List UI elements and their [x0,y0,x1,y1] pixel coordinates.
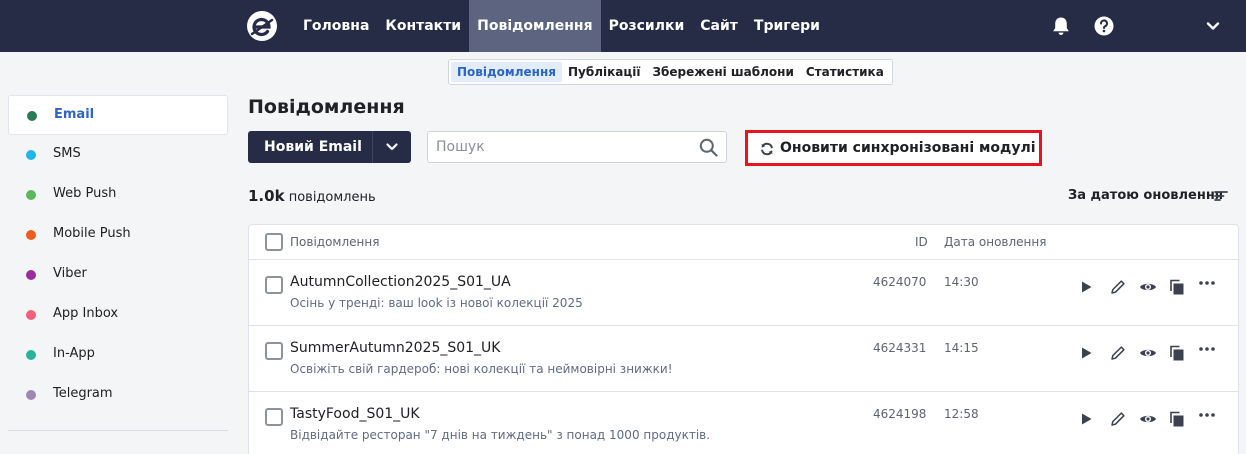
search-box [427,131,727,163]
table-row[interactable]: AutumnCollection2025_S01_UA Осінь у трен… [249,260,1238,326]
edit-icon[interactable] [1109,278,1127,296]
top-nav: Головна Контакти Повідомлення Розсилки С… [0,0,1246,52]
message-date: 14:15 [944,341,979,355]
copy-icon[interactable] [1168,344,1186,362]
nav-item-messages[interactable]: Повідомлення [469,0,601,52]
sidebar-divider [8,430,228,431]
channel-dot [26,150,36,160]
channel-dot [26,190,36,200]
channel-dot [26,350,36,360]
play-icon[interactable] [1077,344,1095,362]
row-checkbox[interactable] [265,276,283,294]
edit-icon[interactable] [1109,410,1127,428]
message-id: 4624198 [873,407,927,421]
main-menu: Головна Контакти Повідомлення Розсилки С… [295,0,828,52]
sidebar-item-label: Viber [53,266,87,281]
sidebar-item-label: Telegram [53,386,113,401]
button-divider [372,131,373,163]
sidebar-item-viber[interactable]: Viber [8,255,228,295]
preview-icon[interactable] [1139,278,1157,296]
message-id: 4624331 [873,341,927,355]
new-email-label: Новий Email [264,139,362,155]
count-label: повідомлень [288,190,376,205]
channel-sidebar: Email SMS Web Push Mobile Push Viber App… [8,95,228,415]
help-icon[interactable] [1093,15,1115,37]
channel-dot [26,310,36,320]
sidebar-item-label: SMS [53,146,81,161]
bell-icon[interactable] [1050,15,1072,37]
sidebar-item-label: Web Push [53,186,117,201]
channel-dot [26,390,36,400]
count-value: 1.0k [248,187,285,205]
play-icon[interactable] [1077,278,1095,296]
sort-label: За датою оновлення [1068,188,1224,203]
tab-messages[interactable]: Повідомлення [451,62,562,82]
message-name[interactable]: SummerAutumn2025_S01_UK [290,340,501,356]
messages-table: Повідомлення ID Дата оновлення AutumnCol… [248,224,1239,454]
play-icon[interactable] [1077,410,1095,428]
more-icon[interactable] [1198,274,1216,292]
sidebar-item-app-inbox[interactable]: App Inbox [8,295,228,335]
header-id[interactable]: ID [915,235,928,249]
message-subject: Відвідайте ресторан "7 днів на тиждень" … [290,428,711,442]
tab-saved-templates[interactable]: Збережені шаблони [646,62,799,82]
search-icon[interactable] [699,138,718,157]
message-name[interactable]: AutumnCollection2025_S01_UA [290,274,511,290]
sidebar-item-label: In-App [53,346,95,361]
channel-dot [26,230,36,240]
sidebar-item-sms[interactable]: SMS [8,135,228,175]
chevron-down-icon[interactable] [1202,15,1224,37]
nav-item-triggers[interactable]: Тригери [746,0,828,52]
sync-modules-label: Оновити синхронізовані модулі [780,140,1036,156]
logo-icon[interactable] [246,10,278,42]
nav-item-contacts[interactable]: Контакти [377,0,469,52]
tab-statistics[interactable]: Статистика [800,62,890,82]
message-subject: Освіжіть свій гардероб: нові колекції та… [290,362,673,376]
edit-icon[interactable] [1109,344,1127,362]
channel-dot [27,111,37,121]
row-checkbox[interactable] [265,408,283,426]
refresh-icon [761,142,773,156]
sub-tabs: Повідомлення Публікації Збережені шаблон… [448,59,893,85]
sync-modules-button[interactable]: Оновити синхронізовані модулі [745,130,1042,166]
header-message[interactable]: Повідомлення [290,235,379,249]
chevron-down-icon[interactable] [386,142,398,152]
message-id: 4624070 [873,275,927,289]
message-date: 14:30 [944,275,979,289]
search-input[interactable] [428,132,693,162]
sidebar-item-telegram[interactable]: Telegram [8,375,228,415]
channel-dot [26,270,36,280]
new-email-button[interactable]: Новий Email [248,131,411,163]
sort-dropdown[interactable]: За датою оновлення [1068,188,1228,203]
sidebar-item-label: Mobile Push [53,226,131,241]
sidebar-item-email[interactable]: Email [8,95,228,135]
copy-icon[interactable] [1168,278,1186,296]
sidebar-item-mobile-push[interactable]: Mobile Push [8,215,228,255]
message-date: 12:58 [944,407,979,421]
copy-icon[interactable] [1168,410,1186,428]
sidebar-item-in-app[interactable]: In-App [8,335,228,375]
page-title: Повідомлення [248,96,405,118]
sidebar-item-label: Email [54,107,95,122]
table-header: Повідомлення ID Дата оновлення [249,225,1238,260]
preview-icon[interactable] [1139,410,1157,428]
sidebar-item-label: App Inbox [53,306,119,321]
message-subject: Осінь у тренді: ваш look із нової колекц… [290,296,583,310]
sort-icon [1214,191,1228,201]
message-name[interactable]: TastyFood_S01_UK [290,406,420,422]
sidebar-item-web-push[interactable]: Web Push [8,175,228,215]
more-icon[interactable] [1198,406,1216,424]
nav-item-site[interactable]: Сайт [692,0,746,52]
table-row[interactable]: SummerAutumn2025_S01_UK Освіжіть свій га… [249,326,1238,392]
tab-publications[interactable]: Публікації [562,62,647,82]
message-count: 1.0k повідомлень [248,187,376,205]
preview-icon[interactable] [1139,344,1157,362]
nav-item-campaigns[interactable]: Розсилки [601,0,693,52]
table-row[interactable]: TastyFood_S01_UK Відвідайте ресторан "7 … [249,392,1238,454]
more-icon[interactable] [1198,340,1216,358]
nav-item-home[interactable]: Головна [295,0,377,52]
row-checkbox[interactable] [265,342,283,360]
header-update-date[interactable]: Дата оновлення [944,235,1046,249]
select-all-checkbox[interactable] [265,233,283,251]
